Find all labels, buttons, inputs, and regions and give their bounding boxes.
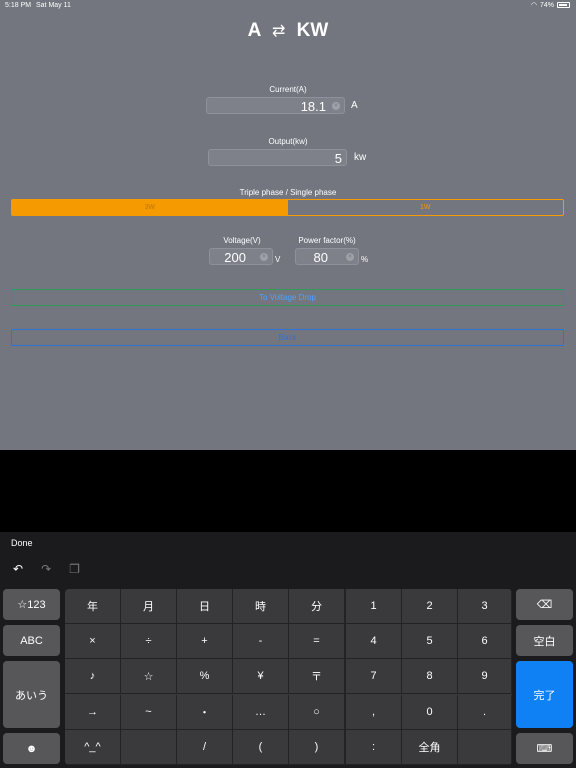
grid-key[interactable]: ) bbox=[289, 729, 345, 765]
grid-key[interactable]: 8 bbox=[402, 659, 458, 695]
voltage-input[interactable]: 200 × bbox=[209, 248, 273, 265]
power-factor-unit: % bbox=[361, 255, 369, 264]
keyboard: Done ↶ ↷ ❐ ☆123 ABC あいう ☻ 年月日時分 × ÷ + - = ♪ ☆% ¥… bbox=[0, 532, 576, 768]
title-right: KW bbox=[296, 20, 329, 41]
voltage-unit: V bbox=[275, 255, 281, 264]
grid-key[interactable]: 1 bbox=[346, 589, 402, 624]
grid-key[interactable]: 分 bbox=[289, 589, 345, 624]
backspace-key[interactable]: ⌫ bbox=[516, 589, 573, 620]
output-value: 5 bbox=[334, 151, 342, 166]
grid-key[interactable] bbox=[458, 729, 512, 765]
space-key[interactable]: 空白 bbox=[516, 625, 573, 656]
phase-segmented-control[interactable]: 3W 1W bbox=[11, 199, 564, 216]
keyboard-toolbar: ↶ ↷ ❐ bbox=[13, 562, 80, 576]
segment-1w[interactable]: 1W bbox=[288, 200, 564, 215]
status-indicators: ◠ 74% bbox=[531, 1, 570, 9]
grid-key[interactable]: ○ bbox=[289, 694, 345, 730]
complete-key[interactable]: 完了 bbox=[516, 661, 573, 728]
grid-key[interactable]: × bbox=[65, 624, 121, 660]
page-title: A ⇄ KW bbox=[0, 20, 576, 42]
undo-icon[interactable]: ↶ bbox=[13, 562, 23, 576]
grid-key[interactable]: ( bbox=[233, 729, 289, 765]
phase-label: Triple phase / Single phase bbox=[239, 188, 337, 197]
swap-icon[interactable]: ⇄ bbox=[272, 23, 285, 40]
grid-key[interactable]: 年 bbox=[65, 589, 121, 624]
grid-key[interactable]: 月 bbox=[121, 589, 177, 624]
kana-key[interactable]: あいう bbox=[3, 661, 60, 728]
output-unit: kw bbox=[354, 152, 367, 163]
current-input[interactable]: 18.1 × bbox=[206, 97, 345, 114]
clear-icon[interactable]: × bbox=[332, 102, 340, 110]
grid-key[interactable]: 7 bbox=[346, 659, 402, 695]
grid-key[interactable]: 4 bbox=[346, 624, 402, 660]
grid-key[interactable]: 0 bbox=[402, 694, 458, 730]
done-button[interactable]: Done bbox=[11, 538, 33, 548]
grid-key[interactable]: ^_^ bbox=[65, 729, 121, 765]
segment-3w[interactable]: 3W bbox=[12, 200, 288, 215]
power-factor-label: Power factor(%) bbox=[298, 236, 356, 245]
abc-key[interactable]: ABC bbox=[3, 625, 60, 656]
status-date: Sat May 11 bbox=[36, 2, 71, 9]
current-label: Current(A) bbox=[269, 85, 307, 94]
grid-key[interactable]: 2 bbox=[402, 589, 458, 624]
grid-key[interactable]: 日 bbox=[177, 589, 233, 624]
grid-key[interactable]: ♪ bbox=[65, 659, 121, 695]
grid-key[interactable]: ÷ bbox=[121, 624, 177, 660]
grid-key[interactable]: + bbox=[177, 624, 233, 660]
keyboard-dismiss-key[interactable]: ⌨ bbox=[516, 733, 573, 764]
current-unit: A bbox=[351, 100, 358, 111]
grid-key[interactable]: : bbox=[346, 729, 402, 765]
symbols-key[interactable]: ☆123 bbox=[3, 589, 60, 620]
wifi-icon: ◠ bbox=[530, 2, 537, 9]
grid-key[interactable]: 6 bbox=[458, 624, 512, 660]
clear-icon[interactable]: × bbox=[260, 253, 268, 261]
title-left: A bbox=[247, 20, 261, 41]
grid-key[interactable]: → bbox=[65, 694, 121, 730]
grid-key[interactable]: = bbox=[289, 624, 345, 660]
voltage-value: 200 bbox=[224, 250, 246, 265]
clear-icon[interactable]: × bbox=[346, 253, 354, 261]
battery-percent: 74% bbox=[539, 1, 554, 9]
grid-key[interactable]: 3 bbox=[458, 589, 512, 624]
grid-key[interactable]: - bbox=[233, 624, 289, 660]
grid-key[interactable]: 時 bbox=[233, 589, 289, 624]
to-voltage-drop-button[interactable]: To Voltage Drop bbox=[11, 289, 564, 306]
grid-key[interactable]: ~ bbox=[121, 694, 177, 730]
grid-key[interactable]: 9 bbox=[458, 659, 512, 695]
output-input[interactable]: 5 bbox=[208, 149, 347, 166]
paste-icon[interactable]: ❐ bbox=[69, 562, 80, 576]
voltage-label: Voltage(V) bbox=[223, 236, 261, 245]
battery-icon bbox=[557, 2, 570, 8]
grid-key[interactable]: ☆ bbox=[121, 659, 177, 695]
power-factor-value: 80 bbox=[313, 250, 328, 265]
grid-key[interactable]: 5 bbox=[402, 624, 458, 660]
grid-key[interactable]: ¥ bbox=[233, 659, 289, 695]
status-time: 5:18 PM bbox=[5, 2, 32, 9]
grid-key[interactable]: % bbox=[177, 659, 233, 695]
grid-key[interactable]: 〒 bbox=[289, 659, 345, 695]
grid-key[interactable]: … bbox=[233, 694, 289, 730]
grid-key[interactable]: 全角 bbox=[402, 729, 458, 765]
key-grid: 年月日時分 × ÷ + - = ♪ ☆% ¥ 〒 → ~ ・… ○ ^_^ /() 1 2 3 4 5 6 7 8 9, 0.: 全… bbox=[65, 589, 512, 765]
grid-key[interactable]: / bbox=[177, 729, 233, 765]
redo-icon[interactable]: ↷ bbox=[41, 562, 51, 576]
grid-key[interactable]: , bbox=[346, 694, 402, 730]
power-factor-input[interactable]: 80 × bbox=[295, 248, 359, 265]
current-value: 18.1 bbox=[300, 99, 326, 114]
grid-key[interactable]: ・ bbox=[177, 694, 233, 730]
grid-key[interactable] bbox=[121, 729, 177, 765]
back-button[interactable]: Back bbox=[11, 329, 564, 346]
app-screen: 5:18 PM Sat May 11 ◠ 74% A ⇄ KW Current(… bbox=[0, 0, 576, 450]
status-bar: 5:18 PM Sat May 11 ◠ 74% bbox=[0, 0, 576, 12]
output-label: Output(kw) bbox=[268, 137, 308, 146]
grid-key[interactable]: . bbox=[458, 694, 512, 730]
emoji-key[interactable]: ☻ bbox=[3, 733, 60, 764]
